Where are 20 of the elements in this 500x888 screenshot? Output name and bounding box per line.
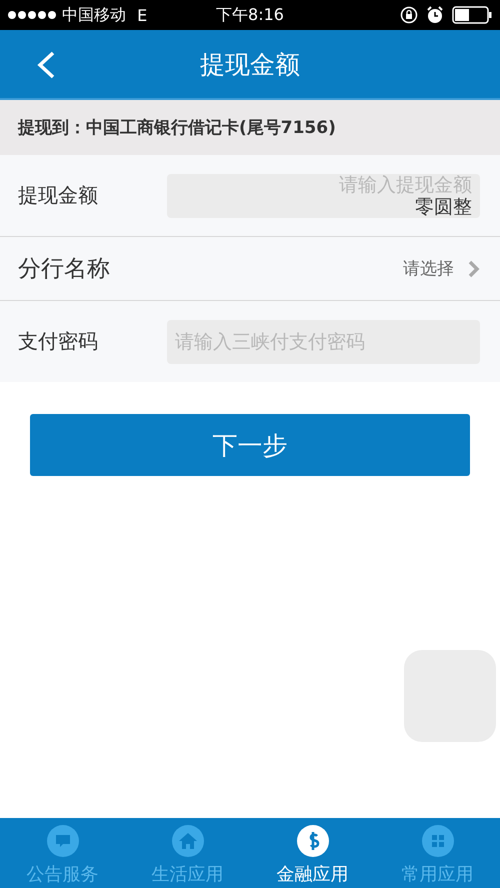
alarm-clock-icon bbox=[426, 6, 444, 24]
select-value[interactable]: 请选择 bbox=[167, 257, 454, 280]
page-title: 提现金额 bbox=[200, 48, 300, 80]
chat-bubble-icon bbox=[46, 824, 80, 858]
field-label: 提现金额 bbox=[18, 182, 99, 209]
dollar-icon bbox=[296, 824, 330, 858]
house-icon bbox=[170, 824, 204, 858]
signal-icon bbox=[8, 11, 56, 19]
carrier-name: 中国移动 bbox=[62, 4, 126, 26]
status-time: 下午8:16 bbox=[215, 4, 285, 26]
field-label: 分行名称 bbox=[18, 255, 111, 284]
rotation-lock-icon bbox=[400, 6, 418, 24]
amount-in-words: 零圆整 bbox=[415, 196, 472, 218]
tab[interactable]: 金融应用 bbox=[250, 818, 375, 888]
battery-icon bbox=[452, 6, 492, 24]
field-label: 支付密码 bbox=[18, 328, 99, 355]
next-button[interactable]: 下一步 bbox=[30, 414, 470, 476]
chevron-icon bbox=[468, 260, 480, 278]
grid-icon bbox=[420, 824, 454, 858]
network-type: E bbox=[136, 6, 148, 24]
